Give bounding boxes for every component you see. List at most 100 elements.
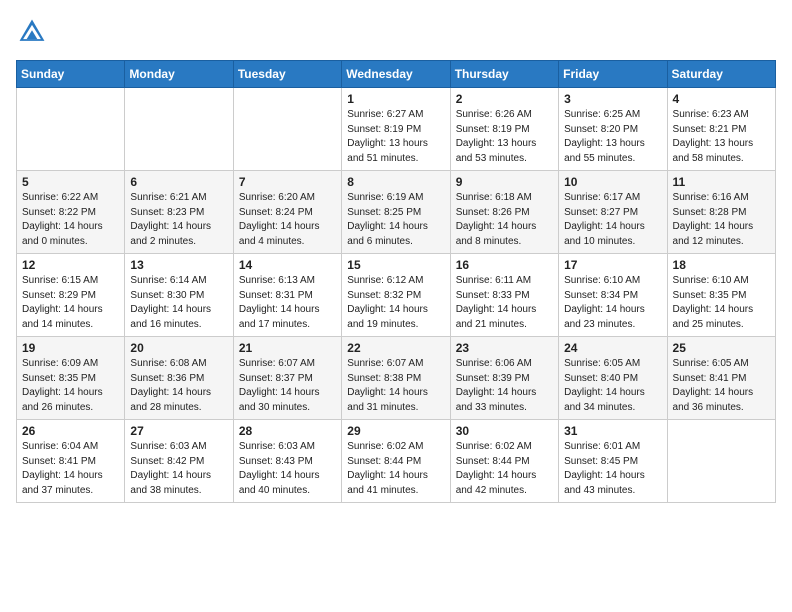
day-number: 8: [347, 175, 444, 189]
day-number: 26: [22, 424, 119, 438]
calendar-cell: 1 Sunrise: 6:27 AM Sunset: 8:19 PM Daylig…: [342, 88, 450, 171]
day-info: Sunrise: 6:03 AM Sunset: 8:42 PM Dayligh…: [130, 440, 227, 498]
day-info: Sunrise: 6:15 AM Sunset: 8:29 PM Dayligh…: [22, 274, 119, 332]
day-number: 14: [239, 258, 336, 272]
calendar-cell: 8 Sunrise: 6:19 AM Sunset: 8:25 PM Daylig…: [342, 171, 450, 254]
calendar-cell: 11 Sunrise: 6:16 AM Sunset: 8:28 PM Dayli…: [667, 171, 775, 254]
day-info: Sunrise: 6:07 AM Sunset: 8:37 PM Dayligh…: [239, 357, 336, 415]
calendar-week-5: 26 Sunrise: 6:04 AM Sunset: 8:41 PM Dayli…: [17, 420, 776, 503]
calendar-cell: 21 Sunrise: 6:07 AM Sunset: 8:37 PM Dayli…: [233, 337, 341, 420]
day-info: Sunrise: 6:09 AM Sunset: 8:35 PM Dayligh…: [22, 357, 119, 415]
day-info: Sunrise: 6:05 AM Sunset: 8:40 PM Dayligh…: [564, 357, 661, 415]
day-number: 23: [456, 341, 553, 355]
day-info: Sunrise: 6:10 AM Sunset: 8:34 PM Dayligh…: [564, 274, 661, 332]
calendar-cell: 2 Sunrise: 6:26 AM Sunset: 8:19 PM Daylig…: [450, 88, 558, 171]
calendar-week-4: 19 Sunrise: 6:09 AM Sunset: 8:35 PM Dayli…: [17, 337, 776, 420]
calendar-cell: 18Sunrise: 6:10 AM Sunset: 8:35 PM Dayli…: [667, 254, 775, 337]
calendar-cell: 6 Sunrise: 6:21 AM Sunset: 8:23 PM Daylig…: [125, 171, 233, 254]
day-number: 6: [130, 175, 227, 189]
day-number: 7: [239, 175, 336, 189]
calendar-cell: 20 Sunrise: 6:08 AM Sunset: 8:36 PM Dayli…: [125, 337, 233, 420]
day-number: 1: [347, 92, 444, 106]
day-number: 16: [456, 258, 553, 272]
day-number: 17: [564, 258, 661, 272]
calendar-cell: 22Sunrise: 6:07 AM Sunset: 8:38 PM Dayli…: [342, 337, 450, 420]
calendar-header-tuesday: Tuesday: [233, 61, 341, 88]
day-info: Sunrise: 6:16 AM Sunset: 8:28 PM Dayligh…: [673, 191, 770, 249]
calendar-week-3: 12 Sunrise: 6:15 AM Sunset: 8:29 PM Dayli…: [17, 254, 776, 337]
calendar-cell: 26 Sunrise: 6:04 AM Sunset: 8:41 PM Dayli…: [17, 420, 125, 503]
day-info: Sunrise: 6:02 AM Sunset: 8:44 PM Dayligh…: [347, 440, 444, 498]
day-info: Sunrise: 6:23 AM Sunset: 8:21 PM Dayligh…: [673, 108, 770, 166]
calendar-table: SundayMondayTuesdayWednesdayThursdayFrid…: [16, 60, 776, 503]
calendar-cell: [667, 420, 775, 503]
day-info: Sunrise: 6:14 AM Sunset: 8:30 PM Dayligh…: [130, 274, 227, 332]
day-info: Sunrise: 6:03 AM Sunset: 8:43 PM Dayligh…: [239, 440, 336, 498]
day-number: 9: [456, 175, 553, 189]
day-number: 2: [456, 92, 553, 106]
calendar-header-saturday: Saturday: [667, 61, 775, 88]
calendar-cell: 16 Sunrise: 6:11 AM Sunset: 8:33 PM Dayli…: [450, 254, 558, 337]
day-info: Sunrise: 6:27 AM Sunset: 8:19 PM Dayligh…: [347, 108, 444, 166]
calendar-cell: 10Sunrise: 6:17 AM Sunset: 8:27 PM Dayli…: [559, 171, 667, 254]
day-number: 11: [673, 175, 770, 189]
calendar-week-2: 5Sunrise: 6:22 AM Sunset: 8:22 PM Daylig…: [17, 171, 776, 254]
calendar-cell: 12 Sunrise: 6:15 AM Sunset: 8:29 PM Dayli…: [17, 254, 125, 337]
day-number: 28: [239, 424, 336, 438]
day-info: Sunrise: 6:13 AM Sunset: 8:31 PM Dayligh…: [239, 274, 336, 332]
calendar-header-thursday: Thursday: [450, 61, 558, 88]
calendar-cell: 31 Sunrise: 6:01 AM Sunset: 8:45 PM Dayli…: [559, 420, 667, 503]
day-number: 24: [564, 341, 661, 355]
day-info: Sunrise: 6:04 AM Sunset: 8:41 PM Dayligh…: [22, 440, 119, 498]
calendar-cell: 28 Sunrise: 6:03 AM Sunset: 8:43 PM Dayli…: [233, 420, 341, 503]
calendar-cell: 4 Sunrise: 6:23 AM Sunset: 8:21 PM Daylig…: [667, 88, 775, 171]
calendar-cell: 30Sunrise: 6:02 AM Sunset: 8:44 PM Dayli…: [450, 420, 558, 503]
day-number: 25: [673, 341, 770, 355]
day-number: 29: [347, 424, 444, 438]
day-info: Sunrise: 6:08 AM Sunset: 8:36 PM Dayligh…: [130, 357, 227, 415]
calendar-cell: 15 Sunrise: 6:12 AM Sunset: 8:32 PM Dayli…: [342, 254, 450, 337]
calendar-cell: 3 Sunrise: 6:25 AM Sunset: 8:20 PM Daylig…: [559, 88, 667, 171]
calendar-cell: 14 Sunrise: 6:13 AM Sunset: 8:31 PM Dayli…: [233, 254, 341, 337]
calendar-header-friday: Friday: [559, 61, 667, 88]
calendar-cell: 25Sunrise: 6:05 AM Sunset: 8:41 PM Dayli…: [667, 337, 775, 420]
page-header: [16, 16, 776, 48]
day-number: 10: [564, 175, 661, 189]
day-number: 5: [22, 175, 119, 189]
day-number: 19: [22, 341, 119, 355]
day-info: Sunrise: 6:06 AM Sunset: 8:39 PM Dayligh…: [456, 357, 553, 415]
logo-icon: [16, 16, 48, 48]
calendar-header-sunday: Sunday: [17, 61, 125, 88]
day-info: Sunrise: 6:07 AM Sunset: 8:38 PM Dayligh…: [347, 357, 444, 415]
calendar-cell: 7Sunrise: 6:20 AM Sunset: 8:24 PM Daylig…: [233, 171, 341, 254]
calendar-header-row: SundayMondayTuesdayWednesdayThursdayFrid…: [17, 61, 776, 88]
day-info: Sunrise: 6:21 AM Sunset: 8:23 PM Dayligh…: [130, 191, 227, 249]
calendar-header-wednesday: Wednesday: [342, 61, 450, 88]
day-info: Sunrise: 6:18 AM Sunset: 8:26 PM Dayligh…: [456, 191, 553, 249]
day-number: 3: [564, 92, 661, 106]
day-info: Sunrise: 6:12 AM Sunset: 8:32 PM Dayligh…: [347, 274, 444, 332]
day-info: Sunrise: 6:11 AM Sunset: 8:33 PM Dayligh…: [456, 274, 553, 332]
day-number: 31: [564, 424, 661, 438]
calendar-cell: 5Sunrise: 6:22 AM Sunset: 8:22 PM Daylig…: [17, 171, 125, 254]
day-info: Sunrise: 6:01 AM Sunset: 8:45 PM Dayligh…: [564, 440, 661, 498]
day-number: 15: [347, 258, 444, 272]
calendar-cell: 23 Sunrise: 6:06 AM Sunset: 8:39 PM Dayli…: [450, 337, 558, 420]
day-number: 13: [130, 258, 227, 272]
day-info: Sunrise: 6:10 AM Sunset: 8:35 PM Dayligh…: [673, 274, 770, 332]
day-number: 21: [239, 341, 336, 355]
logo: [16, 16, 52, 48]
calendar-cell: [125, 88, 233, 171]
calendar-cell: 29 Sunrise: 6:02 AM Sunset: 8:44 PM Dayli…: [342, 420, 450, 503]
calendar-cell: [233, 88, 341, 171]
calendar-cell: 19 Sunrise: 6:09 AM Sunset: 8:35 PM Dayli…: [17, 337, 125, 420]
day-number: 20: [130, 341, 227, 355]
calendar-cell: 17 Sunrise: 6:10 AM Sunset: 8:34 PM Dayli…: [559, 254, 667, 337]
calendar-cell: [17, 88, 125, 171]
day-number: 12: [22, 258, 119, 272]
day-info: Sunrise: 6:26 AM Sunset: 8:19 PM Dayligh…: [456, 108, 553, 166]
calendar-cell: 13 Sunrise: 6:14 AM Sunset: 8:30 PM Dayli…: [125, 254, 233, 337]
day-info: Sunrise: 6:19 AM Sunset: 8:25 PM Dayligh…: [347, 191, 444, 249]
day-info: Sunrise: 6:25 AM Sunset: 8:20 PM Dayligh…: [564, 108, 661, 166]
day-number: 4: [673, 92, 770, 106]
